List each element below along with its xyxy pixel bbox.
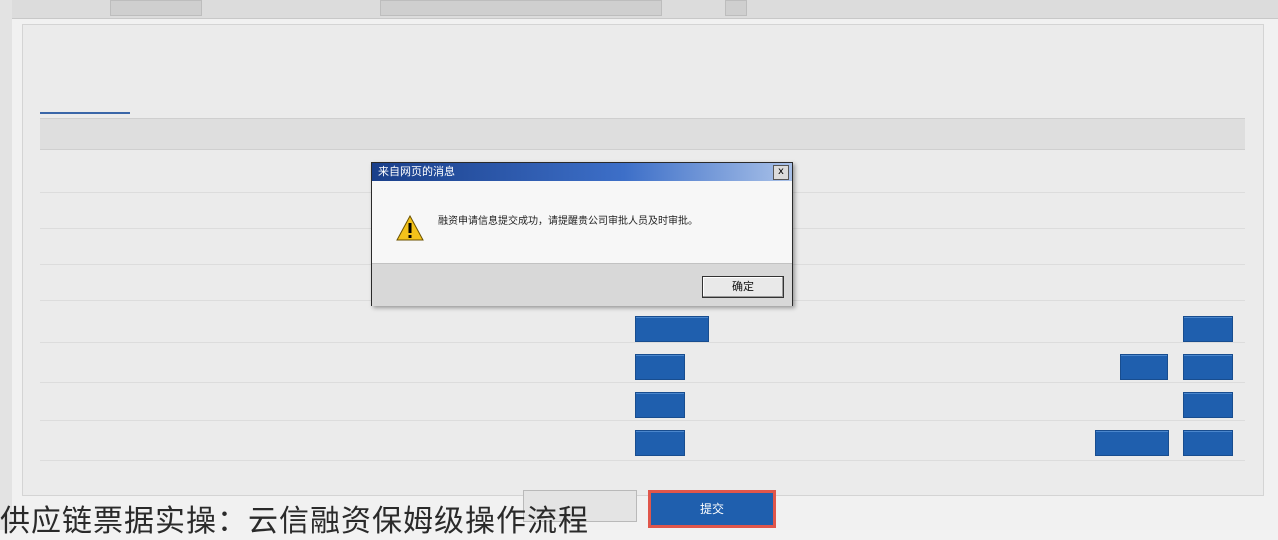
- warning-icon: [396, 215, 424, 241]
- dialog-title: 来自网页的消息: [378, 165, 455, 178]
- view-button[interactable]: [635, 354, 685, 380]
- delete-button[interactable]: [1183, 354, 1233, 380]
- upload-button[interactable]: [1120, 354, 1168, 380]
- download-template-button[interactable]: [1095, 430, 1169, 456]
- view-button[interactable]: [635, 392, 685, 418]
- browser-page: 提交 来自网页的消息 x 融资申请信息提交成功，请提醒贵公司审批人员及时审批。 …: [0, 0, 1278, 539]
- alert-dialog: 来自网页的消息 x 融资申请信息提交成功，请提醒贵公司审批人员及时审批。 确定: [371, 162, 793, 306]
- top-toolbar: [0, 0, 1278, 19]
- upload-button[interactable]: [1183, 392, 1233, 418]
- top-input-2[interactable]: [380, 0, 662, 16]
- dialog-footer: 确定: [372, 263, 792, 306]
- ok-button[interactable]: 确定: [702, 276, 784, 298]
- dialog-message: 融资申请信息提交成功，请提醒贵公司审批人员及时审批。: [438, 216, 698, 227]
- view-button[interactable]: [635, 430, 685, 456]
- dialog-body: 融资申请信息提交成功，请提醒贵公司审批人员及时审批。: [372, 181, 792, 263]
- generate-button[interactable]: [635, 316, 709, 342]
- top-input-3[interactable]: [725, 0, 747, 16]
- close-icon[interactable]: x: [773, 165, 789, 180]
- table-header: [40, 118, 1245, 150]
- image-caption: 供应链票据实操：云信融资保姆级操作流程: [0, 504, 589, 539]
- submit-button-label: 提交: [699, 502, 724, 516]
- top-input-1[interactable]: [110, 0, 202, 16]
- section-underline: [40, 112, 130, 114]
- submit-button[interactable]: 提交: [648, 490, 776, 528]
- left-edge: [0, 0, 12, 530]
- upload-button[interactable]: [1183, 430, 1233, 456]
- dialog-title-bar: 来自网页的消息 x: [372, 163, 792, 181]
- upload-button[interactable]: [1183, 316, 1233, 342]
